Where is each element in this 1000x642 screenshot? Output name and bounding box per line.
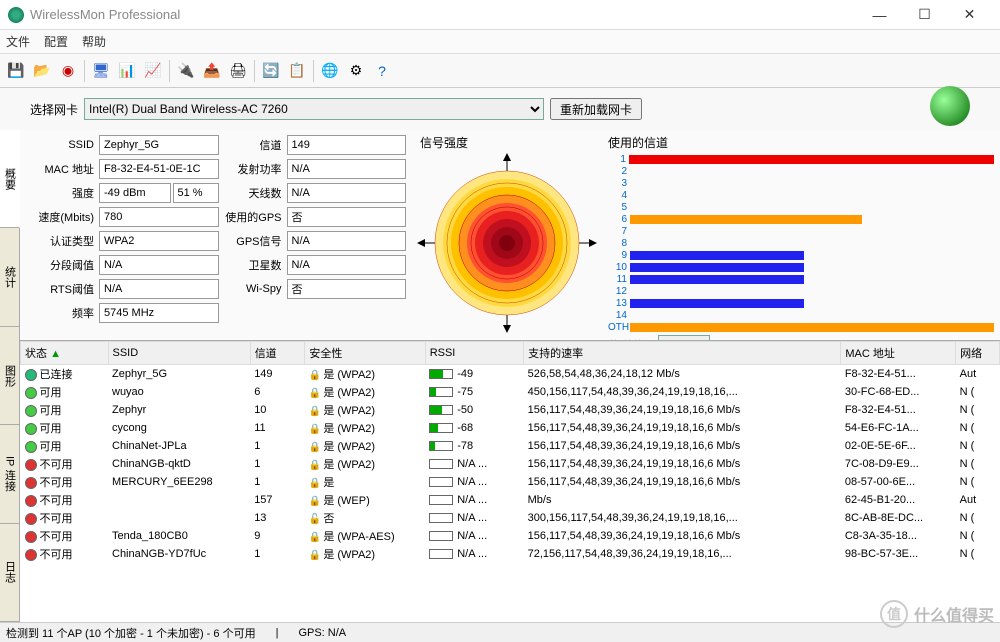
wispy-value: 否 bbox=[287, 279, 407, 299]
save-icon[interactable]: 💾 bbox=[4, 59, 28, 83]
table-row[interactable]: 可用Zephyr10🔒是 (WPA2)-50156,117,54,48,39,3… bbox=[21, 401, 1000, 419]
table-row[interactable]: 可用ChinaNet-JPLa1🔒是 (WPA2)-78156,117,54,4… bbox=[21, 437, 1000, 455]
gpssig-value: N/A bbox=[287, 231, 407, 251]
networks-icon[interactable]: 🖥 bbox=[89, 59, 113, 83]
table-row[interactable]: 不可用157🔒是 (WEP)N/A ... Mb/s62-45-B1-20...… bbox=[21, 491, 1000, 509]
frag-value: N/A bbox=[99, 255, 219, 275]
gps-value: 否 bbox=[287, 207, 407, 227]
settings-icon[interactable]: ⚙ bbox=[344, 59, 368, 83]
gps-icon[interactable]: 🌐 bbox=[318, 59, 342, 83]
toolbar: 💾 📂 ◉ 🖥 📊 📈 🔌 📤 🖨 🔄 📋 🌐 ⚙ ? bbox=[0, 54, 1000, 88]
channel-value: 149 bbox=[287, 135, 407, 155]
gpssig-label: GPS信号 bbox=[222, 233, 284, 249]
stats-icon[interactable]: 📊 bbox=[115, 59, 139, 83]
speed-value: 780 bbox=[99, 207, 219, 227]
col-channel[interactable]: 信道 bbox=[250, 342, 305, 365]
freq-value: 5745 MHz bbox=[99, 303, 219, 323]
maximize-button[interactable]: ☐ bbox=[902, 1, 947, 29]
auth-label: 认证类型 bbox=[26, 233, 96, 249]
speed-label: 速度(Mbits) bbox=[26, 209, 96, 225]
reload-nic-button[interactable]: 重新加载网卡 bbox=[550, 98, 642, 120]
mac-label: MAC 地址 bbox=[26, 161, 96, 177]
auth-value: WPA2 bbox=[99, 231, 219, 251]
close-button[interactable]: ✕ bbox=[947, 1, 992, 29]
help-icon[interactable]: ? bbox=[370, 59, 394, 83]
refresh-icon[interactable]: 🔄 bbox=[259, 59, 283, 83]
rts-label: RTS阈值 bbox=[26, 281, 96, 297]
ssid-value: Zephyr_5G bbox=[99, 135, 219, 155]
col-status[interactable]: 状态 ▲ bbox=[21, 342, 109, 365]
menu-help[interactable]: 帮助 bbox=[82, 33, 106, 50]
nic-label: 选择网卡 bbox=[30, 101, 78, 118]
frag-label: 分段阈值 bbox=[26, 257, 96, 273]
gps-label: 使用的GPS bbox=[222, 209, 284, 225]
channels-label: 使用的信道 bbox=[608, 134, 994, 151]
table-row[interactable]: 不可用Tenda_180CB09🔒是 (WPA-AES)N/A ...156,1… bbox=[21, 527, 1000, 545]
table-row[interactable]: 不可用ChinaNGB-YD7fUc1🔒是 (WPA2)N/A ...72,15… bbox=[21, 545, 1000, 563]
strength-label: 强度 bbox=[26, 185, 96, 201]
vtab-2[interactable]: 图形 bbox=[0, 327, 19, 425]
col-security[interactable]: 安全性 bbox=[305, 342, 425, 365]
status-bar: 检测到 11 个AP (10 个加密 - 1 个未加密) - 6 个可用 | G… bbox=[0, 622, 1000, 642]
strength-pct-value: 51 % bbox=[173, 183, 219, 203]
vtab-0[interactable]: 概要 bbox=[0, 130, 20, 228]
col-rates[interactable]: 支持的速率 bbox=[524, 342, 841, 365]
tx-label: 发射功率 bbox=[222, 161, 284, 177]
record-icon[interactable]: ◉ bbox=[56, 59, 80, 83]
col-mac[interactable]: MAC 地址 bbox=[841, 342, 956, 365]
ant-value: N/A bbox=[287, 183, 407, 203]
menu-file[interactable]: 文件 bbox=[6, 33, 30, 50]
table-row[interactable]: 可用cycong11🔒是 (WPA2)-68156,117,54,48,39,3… bbox=[21, 419, 1000, 437]
ant-label: 天线数 bbox=[222, 185, 284, 201]
print-icon[interactable]: 🖨 bbox=[226, 59, 250, 83]
title-bar: WirelessMon Professional — ☐ ✕ bbox=[0, 0, 1000, 30]
table-row[interactable]: 不可用ChinaNGB-qktD1🔒是 (WPA2)N/A ...156,117… bbox=[21, 455, 1000, 473]
ssid-label: SSID bbox=[26, 139, 96, 151]
rts-value: N/A bbox=[99, 279, 219, 299]
chart-icon[interactable]: 📈 bbox=[141, 59, 165, 83]
window-title: WirelessMon Professional bbox=[30, 7, 857, 22]
table-row[interactable]: 已连接Zephyr_5G149🔒是 (WPA2)-49526,58,54,48,… bbox=[21, 365, 1000, 384]
gauge-label: 信号强度 bbox=[420, 134, 468, 151]
signal-gauge bbox=[417, 153, 597, 333]
sats-label: 卫星数 bbox=[222, 257, 284, 273]
freq-label: 频率 bbox=[26, 305, 96, 321]
minimize-button[interactable]: — bbox=[857, 1, 902, 29]
channel-bars: 1234567891011121314OTH bbox=[608, 153, 994, 333]
table-row[interactable]: 不可用MERCURY_6EE2981🔒是N/A ...156,117,54,48… bbox=[21, 473, 1000, 491]
wispy-label: Wi-Spy bbox=[222, 283, 284, 295]
col-net[interactable]: 网络 bbox=[956, 342, 1000, 365]
vtab-4[interactable]: 日志 bbox=[0, 524, 19, 622]
vtab-3[interactable]: IP 连接 bbox=[0, 425, 19, 523]
status-gps: GPS: N/A bbox=[298, 627, 346, 639]
nic-select[interactable]: Intel(R) Dual Band Wireless-AC 7260 bbox=[84, 98, 544, 120]
table-row[interactable]: 不可用13🔓否N/A ...300,156,117,54,48,39,36,24… bbox=[21, 509, 1000, 527]
channel-label: 信道 bbox=[222, 137, 284, 153]
col-rssi[interactable]: RSSI bbox=[425, 342, 523, 365]
sats-value: N/A bbox=[287, 255, 407, 275]
menu-bar: 文件 配置 帮助 bbox=[0, 30, 1000, 54]
mac-value: F8-32-E4-51-0E-1C bbox=[99, 159, 219, 179]
clipboard-icon[interactable]: 📋 bbox=[285, 59, 309, 83]
status-ap-count: 检测到 11 个AP (10 个加密 - 1 个未加密) - 6 个可用 bbox=[6, 625, 256, 641]
open-icon[interactable]: 📂 bbox=[30, 59, 54, 83]
col-ssid[interactable]: SSID bbox=[108, 342, 250, 365]
vtab-1[interactable]: 统计 bbox=[0, 228, 19, 326]
connect-icon[interactable]: 🔌 bbox=[174, 59, 198, 83]
table-row[interactable]: 可用wuyao6🔒是 (WPA2)-75450,156,117,54,48,39… bbox=[21, 383, 1000, 401]
ap-table: 状态 ▲ SSID 信道 安全性 RSSI 支持的速率 MAC 地址 网络 已连… bbox=[20, 341, 1000, 563]
export-icon[interactable]: 📤 bbox=[200, 59, 224, 83]
globe-icon bbox=[930, 86, 970, 126]
strength-dbm-value: -49 dBm bbox=[99, 183, 171, 203]
app-icon bbox=[8, 7, 24, 23]
menu-config[interactable]: 配置 bbox=[44, 33, 68, 50]
tx-value: N/A bbox=[287, 159, 407, 179]
